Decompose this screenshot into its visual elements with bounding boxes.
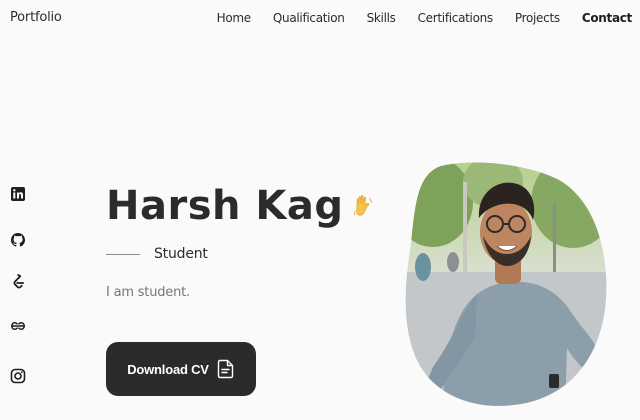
instagram-icon[interactable] — [10, 368, 26, 384]
download-cv-button[interactable]: Download CV — [106, 342, 256, 396]
download-cv-label: Download CV — [127, 361, 209, 377]
geeksforgeeks-icon[interactable] — [10, 318, 26, 334]
nav-contact[interactable]: Contact — [582, 11, 632, 25]
role-divider — [106, 253, 140, 255]
site-logo[interactable]: Portfolio — [10, 10, 62, 25]
portfolio-page: Portfolio Home Qualification Skills Cert… — [0, 0, 640, 420]
nav-home[interactable]: Home — [217, 11, 252, 25]
nav-certifications[interactable]: Certifications — [418, 11, 494, 25]
role-row: Student — [106, 246, 208, 262]
hero-role: Student — [154, 246, 208, 262]
nav-qualification[interactable]: Qualification — [273, 11, 345, 25]
hero-name: Harsh Kag — [106, 183, 344, 229]
github-icon[interactable] — [10, 232, 26, 248]
header: Portfolio Home Qualification Skills Cert… — [0, 0, 640, 38]
leetcode-icon[interactable] — [10, 274, 26, 290]
document-icon — [217, 359, 233, 379]
nav-projects[interactable]: Projects — [515, 11, 560, 25]
linkedin-icon[interactable] — [10, 186, 26, 202]
hero-description: I am student. — [106, 285, 190, 300]
nav-skills[interactable]: Skills — [367, 11, 396, 25]
hero-title: Harsh Kag — [106, 180, 374, 232]
waving-hand-icon — [353, 195, 372, 216]
profile-photo — [403, 162, 608, 408]
main-nav: Home Qualification Skills Certifications… — [195, 11, 633, 25]
